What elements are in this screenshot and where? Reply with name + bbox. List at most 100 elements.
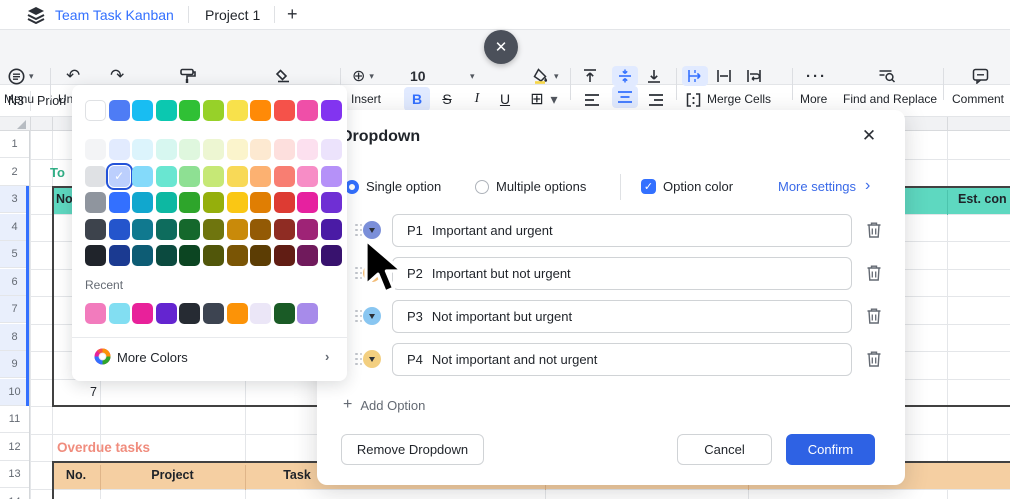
recent-color-swatch[interactable] [156,303,177,324]
color-swatch[interactable] [132,192,153,213]
option-input-p4[interactable]: P4Not important and not urgent [392,343,852,376]
comment-label[interactable]: Comment [952,92,1004,106]
bold-button[interactable]: B [404,87,430,111]
undo-icon[interactable]: ↶ [66,66,80,86]
more-label[interactable]: More [800,92,827,106]
color-swatch[interactable] [85,166,106,187]
cell-row10-value[interactable]: 7 [52,385,97,399]
option-color-dot-p4[interactable] [363,350,381,368]
row-header-5[interactable]: 5 [0,241,29,268]
fill-color-icon[interactable]: ▾ [533,66,559,86]
row-header-10[interactable]: 10 [0,379,29,406]
color-swatch[interactable] [85,139,106,160]
cancel-button[interactable]: Cancel [677,434,772,465]
row-header-column[interactable]: 1234567891011121314 [0,131,30,499]
delete-option-icon[interactable] [866,307,882,325]
color-swatch[interactable] [85,100,106,121]
multiple-options-label[interactable]: Multiple options [496,179,586,194]
color-swatch[interactable] [85,245,106,266]
remove-dropdown-button[interactable]: Remove Dropdown [341,434,484,465]
color-swatch[interactable] [274,219,295,240]
color-swatch[interactable] [321,245,342,266]
color-swatch[interactable] [321,192,342,213]
recent-color-swatch[interactable] [250,303,271,324]
color-swatch[interactable] [109,100,130,121]
color-swatch[interactable] [132,100,153,121]
color-swatch[interactable] [179,100,200,121]
color-swatch[interactable] [85,192,106,213]
delete-option-icon[interactable] [866,350,882,368]
clear-formatting-icon[interactable] [274,66,292,86]
color-swatch[interactable] [156,219,177,240]
recent-color-swatch[interactable] [85,303,106,324]
borders-chevron-icon[interactable]: ▾ [548,87,560,111]
dialog-close-button[interactable]: ✕ [857,124,881,148]
merge-cells-icon[interactable] [686,90,701,110]
underline-button[interactable]: U [492,87,518,111]
swatch-selected[interactable]: ✓ [109,166,130,187]
delete-option-icon[interactable] [866,221,882,239]
align-right-icon[interactable] [648,90,664,110]
more-colors-label[interactable]: More Colors [117,350,188,365]
color-swatch[interactable] [274,192,295,213]
color-swatch[interactable] [297,219,318,240]
comment-icon[interactable] [972,66,989,86]
color-swatch[interactable] [227,166,248,187]
text-overflow-icon[interactable] [682,66,708,86]
color-swatch[interactable] [321,219,342,240]
color-swatch[interactable] [297,166,318,187]
find-replace-icon[interactable] [878,66,896,86]
color-swatch[interactable] [109,139,130,160]
color-swatch[interactable] [179,166,200,187]
redo-icon[interactable]: ↷ [110,66,124,86]
option-color-dot-p2[interactable] [363,264,381,282]
color-swatch[interactable] [250,192,271,213]
color-swatch[interactable] [179,192,200,213]
tab-project-1[interactable]: Project 1 [205,0,260,29]
color-swatch[interactable] [132,245,153,266]
color-swatch[interactable] [203,166,224,187]
recent-color-swatch[interactable] [203,303,224,324]
row-header-9[interactable]: 9 [0,351,29,378]
single-option-radio[interactable] [345,180,359,194]
text-clip-icon[interactable] [716,66,732,86]
color-swatch[interactable] [321,100,342,121]
font-size-chevron-icon[interactable]: ▾ [470,66,475,86]
more-colors-chevron-icon[interactable]: › [325,349,329,364]
more-settings-link[interactable]: More settings [778,179,856,194]
menu-label[interactable]: Menu [4,92,34,106]
menu-icon[interactable]: ▾ [8,66,34,86]
insert-label[interactable]: Insert [351,92,381,106]
color-swatch[interactable] [156,245,177,266]
color-swatch[interactable] [227,219,248,240]
color-swatch[interactable] [132,166,153,187]
color-swatch[interactable] [156,192,177,213]
color-swatch[interactable] [109,245,130,266]
color-swatch[interactable] [109,219,130,240]
font-size-value[interactable]: 10 [410,66,426,86]
color-swatch[interactable] [227,245,248,266]
italic-button[interactable]: I [464,87,490,111]
color-swatch[interactable] [203,100,224,121]
color-swatch[interactable] [250,139,271,160]
color-swatch[interactable] [203,245,224,266]
row-header-11[interactable]: 11 [0,406,29,433]
align-center-icon[interactable] [612,86,638,108]
multiple-options-radio[interactable] [475,180,489,194]
option-input-p3[interactable]: P3Not important but urgent [392,300,852,333]
color-swatch[interactable] [179,219,200,240]
color-swatch[interactable] [321,166,342,187]
row-header-1[interactable]: 1 [0,131,29,158]
color-swatch[interactable] [297,245,318,266]
more-icon[interactable]: ··· [806,66,827,86]
option-color-dot-p3[interactable] [363,307,381,325]
option-input-p2[interactable]: P2Important but not urgent [392,257,852,290]
option-color-dot-p1[interactable] [363,221,381,239]
color-swatch[interactable] [250,100,271,121]
color-swatch[interactable] [203,139,224,160]
color-swatch[interactable] [109,192,130,213]
text-wrap-icon[interactable] [746,66,762,86]
option-color-checkbox[interactable]: ✓ [641,179,656,194]
close-floating-button[interactable]: ✕ [484,30,518,64]
color-swatch[interactable] [132,219,153,240]
